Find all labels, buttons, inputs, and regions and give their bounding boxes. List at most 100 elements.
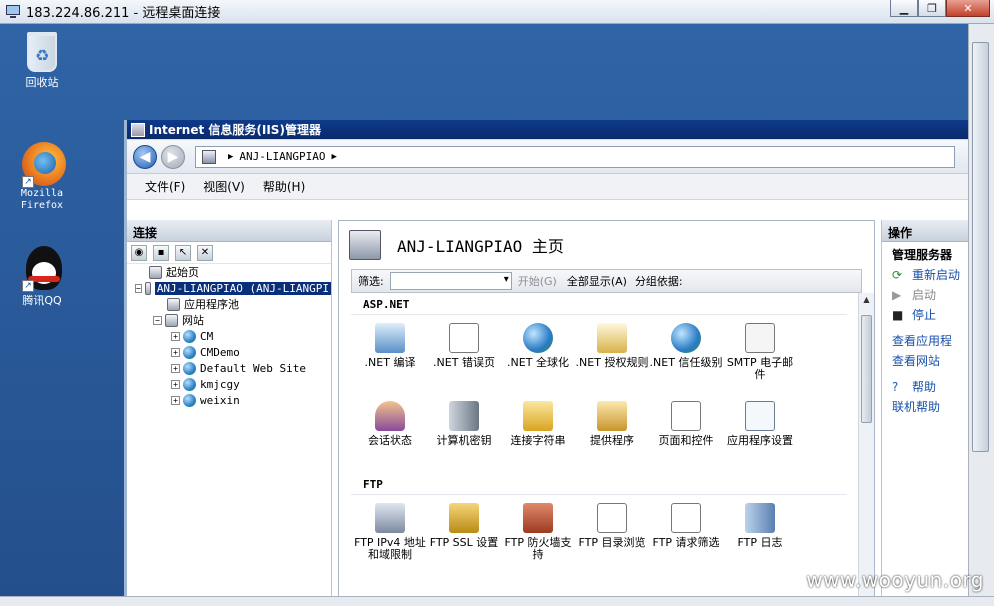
filter-go-button[interactable]: 开始(G) — [518, 273, 557, 289]
tree-item-site[interactable]: + kmjcgy — [127, 376, 331, 392]
feature-item[interactable]: .NET 全球化 — [501, 315, 575, 393]
feature-item[interactable]: SMTP 电子邮件 — [723, 315, 797, 393]
feature-grid-aspnet: .NET 编译 .NET 错误页 .NET 全球化 .NET 授权规则 .NET 信任级… — [351, 315, 847, 471]
feature-label: FTP 日志 — [737, 536, 783, 549]
action-item[interactable]: 查看网站 — [882, 350, 968, 370]
filter-input[interactable] — [389, 272, 512, 290]
tree-item-site[interactable]: + CMDemo — [127, 344, 331, 360]
feature-label: FTP SSL 设置 — [429, 536, 499, 549]
feature-item[interactable]: FTP 目录浏览 — [575, 495, 649, 573]
feature-item[interactable]: FTP 防火墙支持 — [501, 495, 575, 573]
desktop-icon-label: Mozilla Firefox — [20, 188, 64, 211]
tree-item-sites[interactable]: − 网站 — [127, 312, 331, 328]
feature-item[interactable]: 提供程序 — [575, 393, 649, 471]
feature-item[interactable]: .NET 错误页 — [427, 315, 501, 393]
feature-item[interactable]: .NET 编译 — [353, 315, 427, 393]
feature-label: 计算机密钥 — [436, 434, 492, 447]
machine-key-icon — [449, 401, 479, 431]
action-item[interactable]: ▶ 启动 — [882, 284, 968, 304]
action-item[interactable]: 联机帮助 — [882, 396, 968, 416]
minimize-button[interactable]: ▁ — [890, 0, 918, 17]
tree-label: 应用程序池 — [184, 298, 239, 311]
expand-icon[interactable]: + — [171, 379, 180, 389]
feature-label: 提供程序 — [590, 434, 634, 447]
save-icon[interactable]: ▪ — [153, 244, 169, 261]
restart-icon: ⟳ — [892, 268, 903, 282]
feature-item[interactable]: 连接字符串 — [501, 393, 575, 471]
features-pane: ANJ-LIANGPIAO 主页 筛选: 开始(G) 全部显示(A) 分组依据:… — [338, 220, 875, 596]
scrollbar-thumb[interactable] — [972, 42, 989, 452]
tree-label: CMDemo — [200, 345, 240, 359]
address-bar[interactable]: ▶ ANJ-LIANGPIAO ▶ — [195, 145, 955, 168]
desktop-icon-qq[interactable]: ↗ 腾讯QQ — [10, 246, 74, 308]
breadcrumb-separator-icon[interactable]: ▶ — [332, 152, 337, 162]
tree-item-start-page[interactable]: 起始页 — [127, 264, 331, 280]
connections-header: 连接 — [127, 220, 331, 242]
connect-globe-icon[interactable]: ◉ — [131, 244, 147, 261]
expand-icon[interactable]: + — [171, 395, 180, 405]
feature-item[interactable]: .NET 授权规则 — [575, 315, 649, 393]
expand-icon[interactable]: + — [171, 363, 180, 373]
features-view: ASP.NET .NET 编译 .NET 错误页 .NET 全球化 .NET 授权规则… — [351, 295, 847, 596]
email-icon — [745, 323, 775, 353]
connection-string-icon — [523, 401, 553, 431]
desktop-icon-label: 腾讯QQ — [22, 294, 62, 307]
close-button[interactable]: ✕ — [946, 0, 990, 17]
tree-item-site[interactable]: + CM — [127, 328, 331, 344]
collapse-icon[interactable]: − — [135, 283, 142, 293]
menu-file[interactable]: 文件(F) — [145, 178, 185, 195]
forward-button[interactable]: ▶ — [161, 144, 185, 169]
collapse-icon[interactable]: − — [153, 315, 162, 325]
tree-item-site[interactable]: + Default Web Site — [127, 360, 331, 376]
feature-item[interactable]: FTP IPv4 地址和域限制 — [353, 495, 427, 573]
feature-item[interactable]: FTP 请求筛选 — [649, 495, 723, 573]
breadcrumb-separator-icon: ▶ — [228, 151, 234, 162]
disconnect-icon[interactable]: ✕ — [197, 244, 213, 261]
scrollbar-thumb[interactable] — [861, 315, 872, 423]
features-scrollbar[interactable]: ▲ ▼ — [858, 293, 874, 596]
feature-item[interactable]: 计算机密钥 — [427, 393, 501, 471]
expand-icon[interactable]: + — [171, 331, 180, 341]
back-button[interactable]: ◀ — [133, 144, 157, 169]
tree-label: 起始页 — [166, 266, 199, 279]
feature-item[interactable]: FTP 日志 — [723, 495, 797, 573]
feature-item[interactable]: .NET 信任级别 — [649, 315, 723, 393]
feature-item[interactable]: 应用程序设置 — [723, 393, 797, 471]
auth-rules-icon — [597, 323, 627, 353]
up-level-icon[interactable]: ↖ — [175, 244, 191, 261]
qq-penguin-icon: ↗ — [22, 246, 62, 292]
menu-help[interactable]: 帮助(H) — [263, 178, 305, 195]
action-label: 查看应用程 — [892, 333, 953, 348]
feature-item[interactable]: FTP SSL 设置 — [427, 495, 501, 573]
tree-item-site[interactable]: + weixin — [127, 392, 331, 408]
remote-horizontal-scrollbar[interactable] — [0, 596, 994, 606]
feature-grid-ftp: FTP IPv4 地址和域限制 FTP SSL 设置 FTP 防火墙支持 FTP 目录… — [351, 495, 847, 573]
action-item[interactable]: ■ 停止 — [882, 304, 968, 324]
feature-item[interactable]: 页面和控件 — [649, 393, 723, 471]
group-by-dropdown[interactable]: 分组依据: — [635, 273, 683, 289]
feature-item[interactable]: 会话状态 — [353, 393, 427, 471]
page-title: ANJ-LIANGPIAO 主页 — [397, 237, 564, 256]
ftp-ssl-icon — [449, 503, 479, 533]
website-globe-icon — [183, 361, 196, 375]
feature-label: FTP 防火墙支持 — [504, 536, 572, 561]
remote-vertical-scrollbar[interactable] — [968, 24, 994, 596]
tree-item-app-pools[interactable]: 应用程序池 — [127, 296, 331, 312]
action-item[interactable]: ⟳ 重新启动 — [882, 264, 968, 284]
show-all-button[interactable]: 全部显示(A) — [567, 273, 627, 289]
expand-icon[interactable]: + — [171, 347, 180, 357]
feature-label: SMTP 电子邮件 — [726, 356, 794, 381]
action-item[interactable]: 查看应用程 — [882, 330, 968, 350]
action-item[interactable]: ? 帮助 — [882, 376, 968, 396]
server-large-icon — [349, 230, 381, 260]
tree-item-server[interactable]: − ANJ-LIANGPIAO (ANJ-LIANGPI — [127, 280, 331, 296]
breadcrumb-server[interactable]: ANJ-LIANGPIAO — [239, 150, 325, 163]
help-icon: ? — [892, 380, 899, 394]
desktop-icon-firefox[interactable]: ↗ Mozilla Firefox — [10, 142, 74, 212]
desktop-icon-recycle-bin[interactable]: 回收站 — [10, 32, 74, 90]
tree-label: weixin — [200, 393, 240, 407]
menu-view[interactable]: 视图(V) — [203, 178, 245, 195]
website-globe-icon — [183, 393, 196, 407]
restore-button[interactable]: ❐ — [918, 0, 946, 17]
scroll-up-icon[interactable]: ▲ — [861, 295, 872, 309]
